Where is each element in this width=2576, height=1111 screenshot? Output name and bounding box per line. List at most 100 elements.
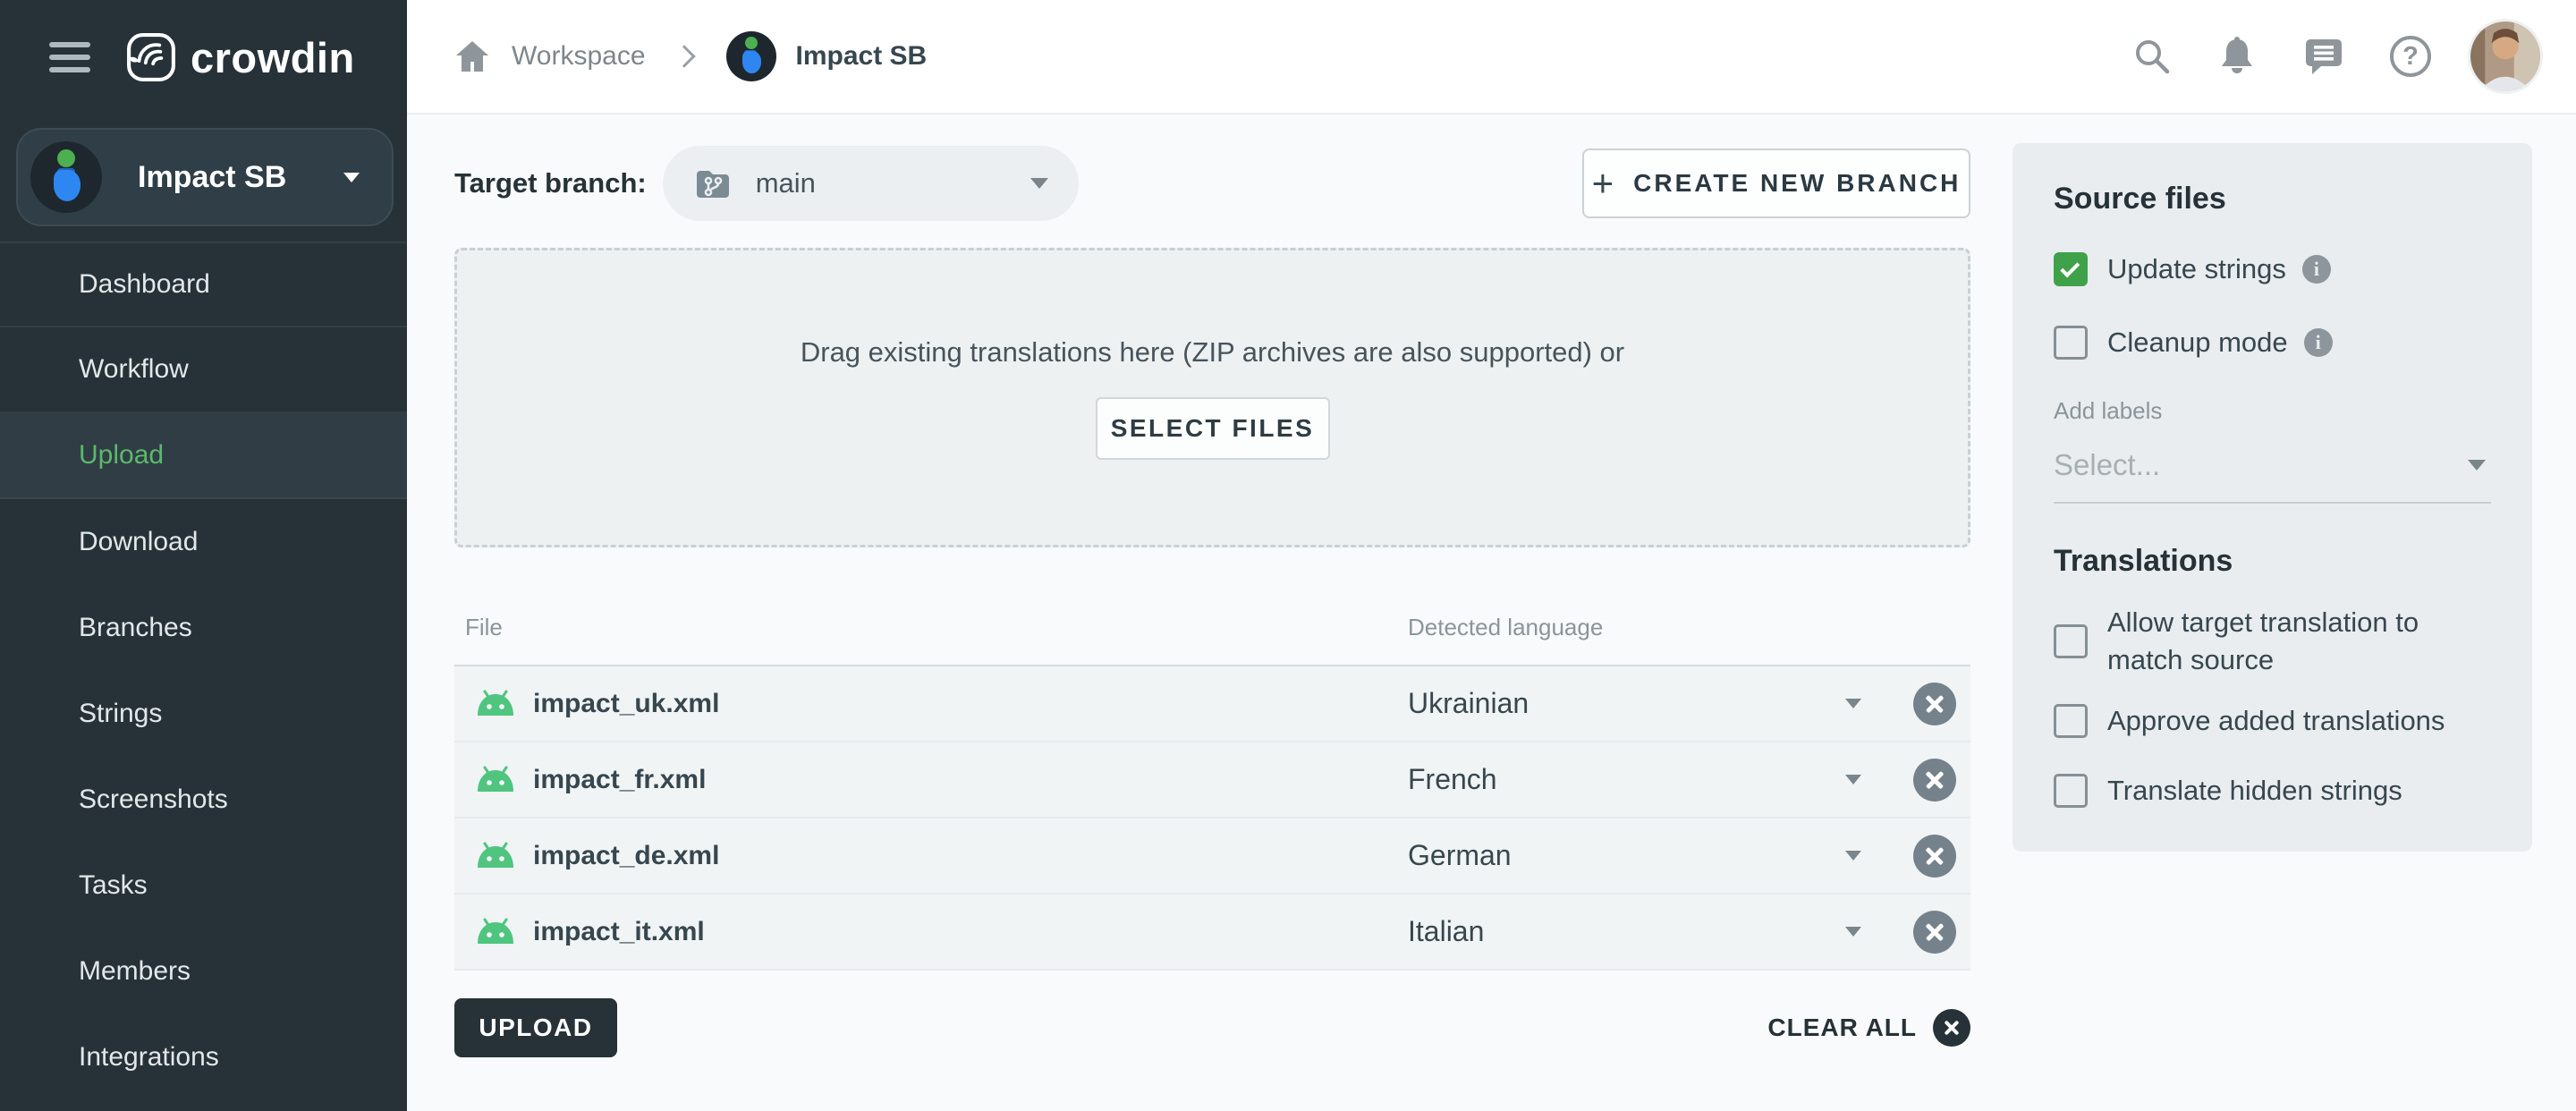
close-icon: [1924, 921, 1945, 943]
file-name: impact_de.xml: [533, 841, 719, 871]
check-icon: [2060, 258, 2080, 277]
table-row: impact_it.xml Italian: [454, 895, 1970, 971]
add-labels-label: Add labels: [2054, 397, 2491, 425]
user-avatar[interactable]: [2470, 21, 2540, 91]
project-selector-name: Impact SB: [138, 160, 286, 195]
hamburger-menu-icon[interactable]: [49, 42, 90, 72]
remove-file-button[interactable]: [1913, 835, 1956, 878]
breadcrumb-project-avatar: [726, 31, 776, 81]
table-row: impact_fr.xml French: [454, 742, 1970, 818]
create-branch-label: CREATE NEW BRANCH: [1633, 169, 1961, 198]
android-icon: [476, 842, 515, 869]
labels-select-placeholder: Select...: [2054, 448, 2160, 482]
translations-title: Translations: [2054, 541, 2491, 581]
notifications-bell-icon[interactable]: [2218, 36, 2256, 77]
sidebar-item-strings[interactable]: Strings: [0, 671, 407, 757]
project-avatar: [30, 141, 102, 213]
language-value[interactable]: French: [1408, 763, 1497, 796]
clear-all-button[interactable]: CLEAR ALL: [1767, 1009, 1970, 1047]
close-icon: [1924, 845, 1945, 867]
language-value[interactable]: Italian: [1408, 915, 1484, 948]
translate-hidden-checkbox[interactable]: [2054, 774, 2088, 808]
table-actions: UPLOAD CLEAR ALL: [454, 998, 1970, 1057]
sidebar-item-upload[interactable]: Upload: [0, 413, 407, 499]
search-icon[interactable]: [2132, 37, 2172, 76]
info-icon[interactable]: i: [2302, 255, 2331, 284]
language-value[interactable]: German: [1408, 839, 1512, 872]
remove-file-button[interactable]: [1913, 683, 1956, 725]
create-branch-button[interactable]: + CREATE NEW BRANCH: [1582, 148, 1970, 218]
chevron-down-icon[interactable]: [1845, 927, 1861, 937]
select-files-button[interactable]: SELECT FILES: [1096, 397, 1330, 460]
file-column-header: File: [454, 614, 1408, 641]
approve-added-checkbox[interactable]: [2054, 704, 2088, 738]
chevron-down-icon[interactable]: [1845, 851, 1861, 861]
clear-all-icon: [1933, 1009, 1970, 1047]
remove-file-button[interactable]: [1913, 759, 1956, 801]
chevron-down-icon: [343, 173, 360, 182]
chevron-down-icon[interactable]: [1845, 775, 1861, 784]
cleanup-mode-label: Cleanup mode: [2107, 324, 2288, 361]
sidebar: crowdin Impact SB Dashboard Workflow Upl…: [0, 0, 407, 1111]
clear-all-label: CLEAR ALL: [1767, 1013, 1917, 1042]
branch-select-value: main: [756, 167, 816, 199]
upload-page: Target branch: main + CREATE NEW BRANCH …: [454, 114, 1970, 1057]
sidebar-item-tasks[interactable]: Tasks: [0, 843, 407, 929]
sidebar-item-dashboard[interactable]: Dashboard: [0, 242, 407, 327]
update-strings-label: Update strings: [2107, 250, 2286, 288]
labels-select[interactable]: Select...: [2054, 425, 2491, 504]
crowdin-logo-icon: [126, 32, 176, 82]
cleanup-mode-row: Cleanup mode i: [2054, 324, 2491, 361]
help-icon[interactable]: ?: [2390, 36, 2431, 77]
project-selector[interactable]: Impact SB: [16, 128, 394, 226]
sidebar-header: crowdin: [0, 0, 407, 114]
info-icon[interactable]: i: [2304, 328, 2333, 357]
breadcrumb-workspace[interactable]: Workspace: [512, 41, 646, 72]
upload-button[interactable]: UPLOAD: [454, 998, 617, 1057]
sidebar-item-integrations[interactable]: Integrations: [0, 1014, 407, 1100]
android-icon: [476, 918, 515, 946]
remove-file-button[interactable]: [1913, 911, 1956, 954]
crowdin-logo[interactable]: crowdin: [126, 32, 355, 82]
source-files-title: Source files: [2054, 179, 2491, 218]
file-name: impact_it.xml: [533, 917, 705, 947]
chevron-down-icon[interactable]: [1845, 699, 1861, 708]
home-icon[interactable]: [454, 39, 490, 73]
main-content: Target branch: main + CREATE NEW BRANCH …: [407, 114, 2576, 1111]
table-row: impact_uk.xml Ukrainian: [454, 666, 1970, 742]
update-strings-row: Update strings i: [2054, 250, 2491, 288]
translate-hidden-label: Translate hidden strings: [2107, 772, 2402, 810]
branch-select[interactable]: main: [663, 146, 1079, 221]
sidebar-item-download[interactable]: Download: [0, 499, 407, 585]
update-strings-checkbox[interactable]: [2054, 252, 2088, 286]
language-value[interactable]: Ukrainian: [1408, 687, 1529, 720]
crowdin-logo-text: crowdin: [191, 33, 355, 82]
sidebar-nav: Dashboard Workflow Upload Download Branc…: [0, 242, 407, 1100]
table-row: impact_de.xml German: [454, 818, 1970, 895]
topbar-actions: ?: [2086, 21, 2540, 91]
target-branch-label: Target branch:: [454, 167, 647, 199]
dropzone[interactable]: Drag existing translations here (ZIP arc…: [454, 248, 1970, 547]
language-column-header: Detected language: [1408, 614, 1970, 641]
branch-folder-icon: [693, 165, 733, 201]
sidebar-item-screenshots[interactable]: Screenshots: [0, 757, 407, 843]
file-name: impact_uk.xml: [533, 689, 719, 719]
topbar: Workspace Impact SB ?: [407, 0, 2576, 114]
chevron-down-icon: [1030, 178, 1048, 189]
help-glyph: ?: [2390, 36, 2431, 77]
sidebar-item-workflow[interactable]: Workflow: [0, 327, 407, 413]
android-icon: [476, 690, 515, 717]
messages-icon[interactable]: [2302, 38, 2343, 75]
file-name: impact_fr.xml: [533, 765, 706, 795]
cleanup-mode-checkbox[interactable]: [2054, 326, 2088, 360]
approve-added-row: Approve added translations: [2054, 702, 2491, 740]
allow-match-label: Allow target translation to match source: [2107, 604, 2491, 679]
allow-match-checkbox[interactable]: [2054, 624, 2088, 658]
sidebar-item-branches[interactable]: Branches: [0, 585, 407, 671]
close-icon: [1924, 693, 1945, 715]
breadcrumb-chevron-icon: [673, 45, 695, 67]
table-header: File Detected language: [454, 614, 1970, 666]
source-files-panel: Source files Update strings i Cleanup mo…: [2012, 143, 2532, 852]
sidebar-item-members[interactable]: Members: [0, 929, 407, 1014]
breadcrumb-project[interactable]: Impact SB: [796, 41, 928, 72]
